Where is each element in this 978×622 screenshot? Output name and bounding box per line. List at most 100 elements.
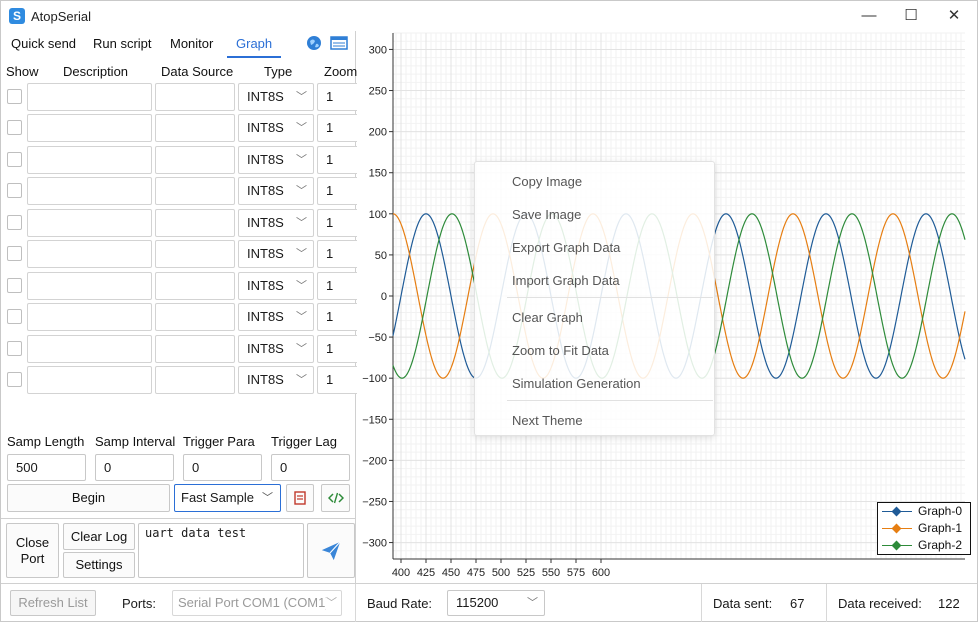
show-checkbox[interactable] (7, 341, 22, 356)
data-source-field[interactable] (155, 177, 235, 205)
type-select[interactable]: INT8S ﹀ (238, 272, 314, 300)
export-log-button[interactable] (286, 484, 314, 512)
show-checkbox[interactable] (7, 89, 22, 104)
show-checkbox[interactable] (7, 215, 22, 230)
begin-button[interactable]: Begin (7, 484, 170, 512)
legend-marker (891, 506, 902, 517)
trigger-para-input[interactable]: 0 (183, 454, 262, 481)
chevron-down-icon: ﹀ (527, 597, 538, 609)
type-select[interactable]: INT8S ﹀ (238, 177, 314, 205)
menu-item-next-theme[interactable]: Next Theme (512, 413, 583, 428)
table-icon[interactable] (330, 35, 348, 51)
tab-graph[interactable]: Graph (236, 36, 272, 51)
type-select[interactable]: INT8S ﹀ (238, 303, 314, 331)
chevron-down-icon: ﹀ (326, 591, 337, 615)
data-source-field[interactable] (155, 209, 235, 237)
zoom-field[interactable]: 1 (317, 240, 357, 268)
description-field[interactable] (27, 272, 152, 300)
description-field[interactable] (27, 366, 152, 394)
close-port-button[interactable]: Close Port (6, 523, 59, 578)
menu-item-import-graph-data[interactable]: Import Graph Data (512, 273, 620, 288)
app-window: S AtopSerial — ☐ ✕ Quick send Run script… (0, 0, 978, 622)
show-checkbox[interactable] (7, 309, 22, 324)
chevron-down-icon: ﹀ (296, 311, 307, 323)
type-select[interactable]: INT8S ﹀ (238, 240, 314, 268)
show-checkbox[interactable] (7, 278, 22, 293)
description-field[interactable] (27, 177, 152, 205)
description-field[interactable] (27, 83, 152, 111)
zoom-field[interactable]: 1 (317, 146, 357, 174)
trigger-lag-input[interactable]: 0 (271, 454, 350, 481)
data-source-field[interactable] (155, 272, 235, 300)
zoom-field[interactable]: 1 (317, 114, 357, 142)
minimize-button[interactable]: — (851, 5, 887, 27)
menu-item-simulation-generation[interactable]: Simulation Generation (512, 376, 641, 391)
menu-item-save-image[interactable]: Save Image (512, 207, 581, 222)
legend-marker (891, 523, 902, 534)
show-checkbox[interactable] (7, 372, 22, 387)
y-tick-label: −250 (362, 496, 387, 508)
code-button[interactable] (321, 484, 350, 512)
data-source-field[interactable] (155, 240, 235, 268)
refresh-list-button[interactable]: Refresh List (10, 590, 96, 616)
left-panel: Quick send Run script Monitor Graph Show… (1, 31, 358, 583)
menu-item-copy-image[interactable]: Copy Image (512, 174, 582, 189)
globe-icon[interactable] (306, 35, 322, 51)
show-checkbox[interactable] (7, 120, 22, 135)
legend-label: Graph-1 (918, 521, 963, 535)
zoom-field[interactable]: 1 (317, 335, 357, 363)
description-field[interactable] (27, 114, 152, 142)
type-select[interactable]: INT8S ﹀ (238, 366, 314, 394)
column-header-zoom: Zoom (324, 64, 358, 79)
description-field[interactable] (27, 146, 152, 174)
type-select[interactable]: INT8S ﹀ (238, 209, 314, 237)
zoom-field[interactable]: 1 (317, 366, 357, 394)
description-field[interactable] (27, 240, 152, 268)
samp-length-input[interactable]: 500 (7, 454, 86, 481)
description-field[interactable] (27, 335, 152, 363)
menu-separator (507, 400, 713, 401)
send-button[interactable] (307, 523, 355, 578)
samp-interval-input[interactable]: 0 (95, 454, 174, 481)
description-field[interactable] (27, 303, 152, 331)
tab-run-script[interactable]: Run script (93, 36, 152, 51)
type-select[interactable]: INT8S ﹀ (238, 335, 314, 363)
data-source-field[interactable] (155, 83, 235, 111)
menu-item-export-graph-data[interactable]: Export Graph Data (512, 240, 620, 255)
type-select[interactable]: INT8S ﹀ (238, 83, 314, 111)
show-checkbox[interactable] (7, 152, 22, 167)
zoom-field[interactable]: 1 (317, 303, 357, 331)
sample-mode-select[interactable]: Fast Sample ﹀ (174, 484, 281, 512)
show-checkbox[interactable] (7, 183, 22, 198)
clear-log-button[interactable]: Clear Log (63, 523, 135, 550)
settings-button[interactable]: Settings (63, 552, 135, 578)
data-source-field[interactable] (155, 303, 235, 331)
data-source-field[interactable] (155, 146, 235, 174)
zoom-field[interactable]: 1 (317, 209, 357, 237)
chevron-down-icon: ﹀ (296, 248, 307, 260)
zoom-field[interactable]: 1 (317, 272, 357, 300)
data-source-field[interactable] (155, 366, 235, 394)
maximize-button[interactable]: ☐ (893, 5, 929, 27)
tab-quick-send[interactable]: Quick send (11, 36, 76, 51)
type-value: INT8S (247, 215, 284, 230)
show-checkbox[interactable] (7, 246, 22, 261)
zoom-field[interactable]: 1 (317, 177, 357, 205)
tab-monitor[interactable]: Monitor (170, 36, 213, 51)
data-source-field[interactable] (155, 335, 235, 363)
menu-item-zoom-to-fit[interactable]: Zoom to Fit Data (512, 343, 609, 358)
legend-entry-graph-1: Graph-1 (878, 520, 970, 537)
data-source-field[interactable] (155, 114, 235, 142)
close-window-button[interactable]: ✕ (936, 5, 972, 27)
type-select[interactable]: INT8S ﹀ (238, 114, 314, 142)
menu-item-clear-graph[interactable]: Clear Graph (512, 310, 583, 325)
baud-rate-select[interactable]: 115200 ﹀ (447, 590, 545, 616)
chevron-down-icon: ﹀ (296, 343, 307, 355)
type-select[interactable]: INT8S ﹀ (238, 146, 314, 174)
send-text-input[interactable]: uart data test (138, 523, 304, 578)
menu-separator (507, 297, 713, 298)
status-separator (701, 584, 702, 622)
description-field[interactable] (27, 209, 152, 237)
port-select[interactable]: Serial Port COM1 (COM1) ﹀ (172, 590, 342, 616)
zoom-field[interactable]: 1 (317, 83, 357, 111)
